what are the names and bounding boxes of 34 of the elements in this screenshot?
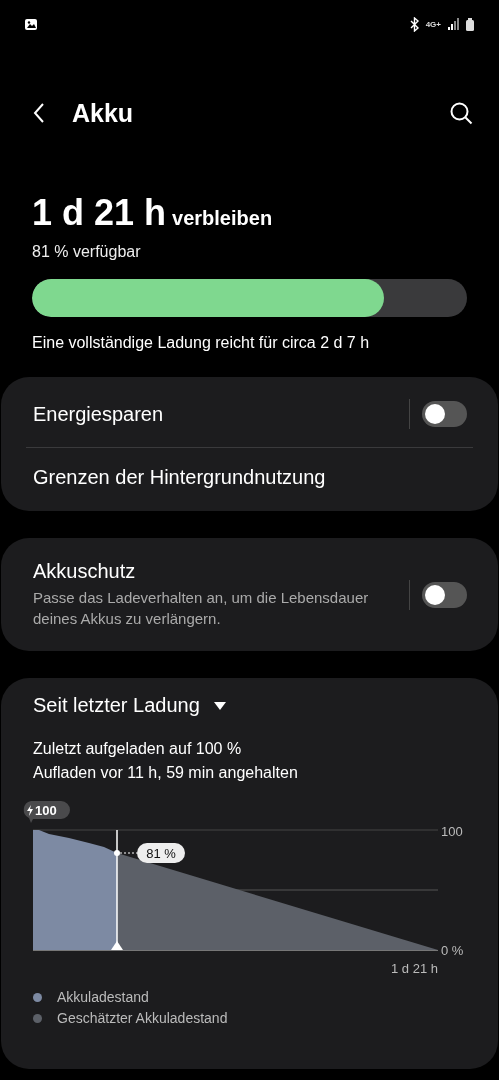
toggle-switch[interactable] xyxy=(422,401,467,427)
remaining-time: 1 d 21 h xyxy=(32,192,167,234)
signal-icon xyxy=(447,18,460,30)
charging-stopped-text: Aufladen vor 11 h, 59 min angehalten xyxy=(33,763,299,783)
setting-label[interactable]: Akkuschutz xyxy=(33,560,409,583)
leader-line xyxy=(119,852,138,854)
network-type: 4G+ xyxy=(425,19,441,29)
full-charge-note: Eine vollständige Ladung reicht für circa 2 d 7 h xyxy=(32,334,371,352)
legend-label: Akkuladestand xyxy=(57,988,149,1007)
axis-label: 100 xyxy=(441,824,463,839)
time-marker[interactable] xyxy=(111,829,123,950)
current-point xyxy=(114,850,120,856)
gallery-icon xyxy=(24,17,38,31)
dropdown-icon xyxy=(213,701,226,710)
back-button[interactable] xyxy=(32,102,46,124)
axis-label: 1 d 21 h xyxy=(391,961,438,976)
legend-label: Geschätzter Akkuladestand xyxy=(57,1009,228,1028)
current-level-badge: 81 % xyxy=(137,843,185,863)
setting-label[interactable]: Energiesparen xyxy=(33,402,409,426)
setting-label[interactable]: Grenzen der Hintergrundnutzung xyxy=(33,466,467,489)
page-title: Akku xyxy=(72,98,135,128)
battery-icon xyxy=(466,17,474,31)
axis-label: 0 % xyxy=(441,943,464,958)
last-charged-text: Zuletzt aufgeladen auf 100 % xyxy=(33,739,243,759)
toggle-switch[interactable] xyxy=(422,581,467,608)
search-icon xyxy=(450,101,473,125)
setting-description: Passe das Ladeverhalten an, um die Lebensdauer deines Akkus zu verlängern. xyxy=(33,588,370,629)
search-button[interactable] xyxy=(450,101,473,125)
remaining-label: verbleiben xyxy=(172,207,273,230)
back-icon xyxy=(32,102,46,124)
period-dropdown[interactable]: Seit letzter Ladung xyxy=(1,694,258,717)
charge-start-badge: 100 xyxy=(23,801,70,823)
bluetooth-icon xyxy=(408,16,420,32)
available-percent: 81 % verfügbar xyxy=(32,243,142,261)
